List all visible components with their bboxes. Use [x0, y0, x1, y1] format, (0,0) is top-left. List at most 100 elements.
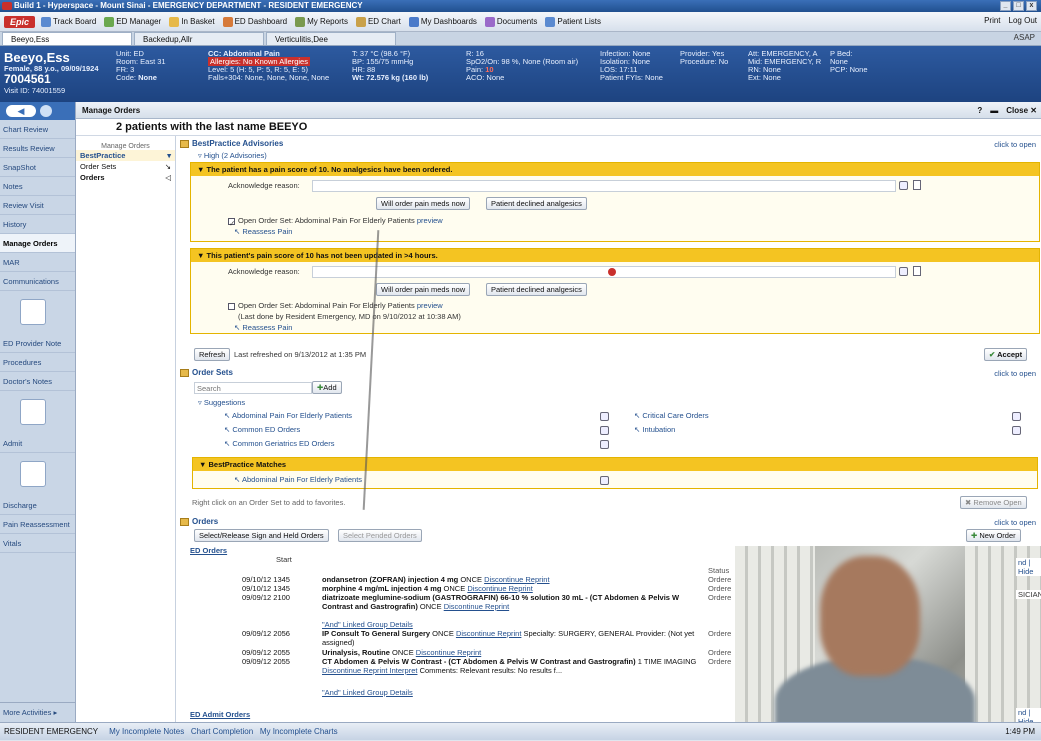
location-column: Unit: ED Room: East 31 FR: 3 Code: None	[116, 49, 166, 82]
back-button[interactable]: ◀	[6, 105, 36, 117]
ed-dashboard-button[interactable]: ED Dashboard	[222, 16, 287, 27]
ed-chart-button[interactable]: ED Chart	[355, 16, 401, 27]
order-sets-title[interactable]: Order Sets	[180, 368, 233, 377]
nav-procedures[interactable]: Procedures	[0, 353, 75, 372]
my-reports-button[interactable]: My Reports	[295, 16, 348, 27]
nav-notes[interactable]: Notes	[0, 177, 75, 196]
print-icon[interactable]: ▬	[990, 102, 998, 119]
tab-patient-verticulitis[interactable]: Verticulitis,Dee	[266, 32, 396, 45]
order-set-intubation[interactable]: ↖ Intubation	[634, 425, 675, 434]
nav-admit[interactable]: Admit	[0, 391, 75, 453]
refresh-button[interactable]: Refresh	[194, 348, 231, 361]
nav-manage-orders[interactable]: Manage Orders	[0, 234, 75, 253]
nav-pain-reassessment[interactable]: Pain Reassessment	[0, 515, 75, 534]
order-set-critical-care[interactable]: ↖ Critical Care Orders	[634, 411, 709, 420]
ed-manager-button[interactable]: ED Manager	[104, 16, 161, 27]
comment-icon[interactable]	[913, 266, 921, 276]
forward-button[interactable]	[40, 105, 52, 117]
subnav-bestpractice[interactable]: BestPractice ▾	[76, 150, 175, 161]
close-window-icon[interactable]: x	[1026, 1, 1037, 11]
new-order-button[interactable]: ✚ New Order	[966, 529, 1021, 542]
preview-icon[interactable]	[600, 476, 609, 485]
subnav-orders[interactable]: Orders ◁	[76, 172, 175, 183]
orders-title[interactable]: Orders	[180, 517, 218, 526]
ed-orders-table: Status 09/10/12 1345 ondansetron (ZOFRAN…	[242, 566, 732, 697]
nav-snapshot[interactable]: SnapShot	[0, 158, 75, 177]
hide-link[interactable]: nd | Hide	[1016, 558, 1041, 576]
nav-mar[interactable]: MAR	[0, 253, 75, 272]
subnav-order-sets[interactable]: Order Sets ↘	[76, 161, 175, 172]
order-set-abdominal-pain[interactable]: ↖ Abdominal Pain For Elderly Patients	[224, 411, 352, 420]
chart-completion-link[interactable]: Chart Completion	[191, 727, 253, 736]
patient-declined-button-1[interactable]: Patient declined analgesics	[486, 197, 587, 210]
preview-icon[interactable]	[1012, 412, 1021, 421]
logout-button[interactable]: Log Out	[1009, 16, 1037, 25]
nav-results-review[interactable]: Results Review	[0, 139, 75, 158]
bpa-high-group[interactable]: ▿ High (2 Advisories)	[198, 151, 267, 160]
will-order-pain-meds-button-1[interactable]: Will order pain meds now	[376, 197, 471, 210]
will-order-pain-meds-button-2[interactable]: Will order pain meds now	[376, 283, 471, 296]
ack-label-2: Acknowledge reason:	[228, 267, 300, 276]
section-nav: Manage Orders BestPractice ▾ Order Sets ↘ …	[76, 136, 176, 722]
nav-ed-provider-note[interactable]: ED Provider Note	[0, 291, 75, 353]
help-icon[interactable]: ?	[977, 102, 982, 119]
track-board-button[interactable]: Track Board	[41, 16, 96, 27]
order-sets-click-to-open[interactable]: click to open	[994, 369, 1036, 378]
orders-click-to-open[interactable]: click to open	[994, 518, 1036, 527]
reassess-pain-link-2[interactable]: ↖ Reassess Pain	[234, 323, 292, 332]
nav-communications[interactable]: Communications	[0, 272, 75, 291]
patient-lists-button[interactable]: Patient Lists	[545, 16, 601, 27]
order-set-common-geriatrics[interactable]: ↖ Common Geriatrics ED Orders	[224, 439, 334, 448]
preview-icon[interactable]	[600, 412, 609, 421]
remove-open-button[interactable]: ✖ Remove Open	[960, 496, 1027, 509]
bpa-section-title[interactable]: BestPractice Advisories	[180, 139, 283, 148]
order-set-common-ed[interactable]: ↖ Common ED Orders	[224, 425, 300, 434]
patient-declined-button-2[interactable]: Patient declined analgesics	[486, 283, 587, 296]
open-order-set-2[interactable]: Open Order Set: Abdominal Pain For Elder…	[228, 301, 443, 310]
tab-patient-backedup[interactable]: Backedup,Allr	[134, 32, 264, 45]
reassess-pain-link-1[interactable]: ↖ Reassess Pain	[234, 227, 292, 236]
my-dashboards-button[interactable]: My Dashboards	[408, 16, 477, 27]
comment-icon[interactable]	[913, 180, 921, 190]
maximize-icon[interactable]: □	[1013, 1, 1024, 11]
ed-orders-group[interactable]: ED Orders	[190, 546, 227, 555]
checkbox-checked[interactable]: ✓	[228, 217, 235, 228]
select-release-button[interactable]: Select/Release Sign and Held Orders	[194, 529, 329, 542]
linked-group-details[interactable]: "And" Linked Group Details	[322, 620, 413, 629]
add-order-set-button[interactable]: ✚Add	[312, 381, 342, 394]
close-activity-button[interactable]: Close ✕	[1006, 102, 1037, 119]
incomplete-notes-link[interactable]: My Incomplete Notes	[109, 727, 184, 736]
nav-doctors-notes[interactable]: Doctor's Notes	[0, 372, 75, 391]
accept-button[interactable]: ✔ Accept	[984, 348, 1028, 361]
bpa-click-to-open[interactable]: click to open	[994, 140, 1036, 149]
preview-icon[interactable]	[1012, 426, 1021, 435]
order-set-search-input[interactable]	[194, 382, 312, 394]
preview-icon[interactable]	[600, 440, 609, 449]
select-pended-button[interactable]: Select Pended Orders	[338, 529, 422, 542]
nav-history[interactable]: History	[0, 215, 75, 234]
ack-reason-input-2[interactable]	[312, 266, 896, 278]
suggestions-group[interactable]: ▿ Suggestions	[198, 398, 245, 407]
documents-button[interactable]: Documents	[484, 16, 537, 27]
advisory-2: ▼ This patient's pain score of 10 has no…	[190, 248, 1040, 334]
print-button[interactable]: Print	[984, 16, 1000, 25]
search-icon[interactable]	[899, 181, 908, 190]
incomplete-charts-link[interactable]: My Incomplete Charts	[260, 727, 338, 736]
tab-patient-beeyo[interactable]: Beeyo,Ess	[2, 32, 132, 45]
ed-admit-orders-group[interactable]: ED Admit Orders	[190, 710, 250, 719]
search-icon[interactable]	[899, 267, 908, 276]
in-basket-button[interactable]: In Basket	[169, 16, 215, 27]
nav-review-visit[interactable]: Review Visit	[0, 196, 75, 215]
nav-discharge[interactable]: Discharge	[0, 453, 75, 515]
more-activities-button[interactable]: More Activities ▸	[0, 702, 76, 722]
ack-reason-input-1[interactable]	[312, 180, 896, 192]
linked-group-details[interactable]: "And" Linked Group Details	[322, 688, 413, 697]
open-order-set-1[interactable]: ✓ Open Order Set: Abdominal Pain For Elde…	[228, 216, 443, 228]
preview-icon[interactable]	[600, 426, 609, 435]
nav-chart-review[interactable]: Chart Review	[0, 120, 75, 139]
nav-vitals[interactable]: Vitals	[0, 534, 75, 553]
checkbox-unchecked[interactable]	[228, 302, 235, 310]
bpm-abdominal-pain[interactable]: ↖ Abdominal Pain For Elderly Patients	[234, 475, 362, 484]
epic-button[interactable]: Epic	[4, 15, 36, 28]
minimize-icon[interactable]: _	[1000, 1, 1011, 11]
